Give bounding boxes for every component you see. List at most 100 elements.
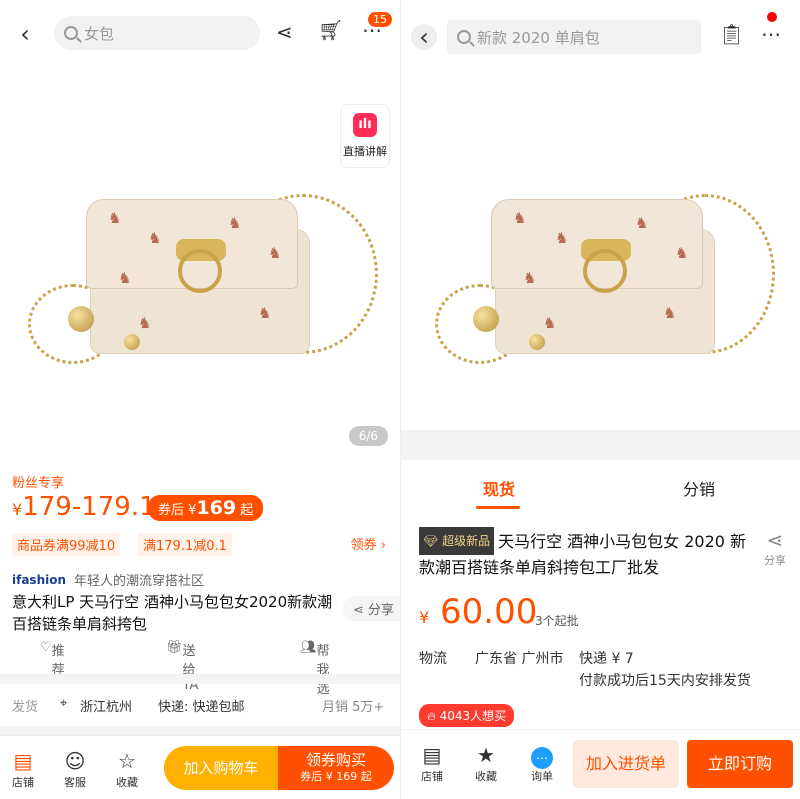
screenshot-root: ‹ 女包 ⋖ 🛒︎ ⋯ 15 ♞ ♞ ♞ ♞ ♞ ♞ ♞ ılı 直播讲解 6/… xyxy=(0,0,800,799)
top-bar: ‹ 女包 ⋖ 🛒︎ ⋯ 15 xyxy=(0,0,400,64)
want-to-buy-badge: 🔥︎ 4043人想买 xyxy=(419,704,515,727)
coupon-tag[interactable]: 商品券满99减10 xyxy=(12,533,121,556)
search-icon xyxy=(457,30,471,44)
buy-label: 领券购买 xyxy=(305,751,366,769)
share-label: 分享 xyxy=(367,603,394,618)
order-now-button[interactable]: 立即订购 xyxy=(687,740,793,788)
back-icon[interactable]: ‹ xyxy=(411,24,437,50)
image-pager: 6/6 xyxy=(348,426,388,446)
divider xyxy=(0,674,400,684)
cart-badge: 15 xyxy=(368,12,392,27)
horse-pattern: ♞ xyxy=(663,304,677,322)
search-input[interactable]: 女包 xyxy=(54,16,260,50)
gold-ball xyxy=(68,306,94,332)
recommend-button[interactable]: ♡ 推荐 xyxy=(40,640,65,678)
express-fee: 快递 ¥ 7 xyxy=(579,651,634,667)
coupon-tag[interactable]: 满179.1减0.1 xyxy=(138,533,232,556)
favorite-label: 收藏 xyxy=(116,776,138,789)
wholesale-price: ¥ 60.00 xyxy=(419,592,537,632)
horse-pattern: ♞ xyxy=(108,209,122,227)
bag-illustration: ♞ ♞ ♞ ♞ ♞ ♞ ♞ xyxy=(425,184,775,434)
price-range: 179-179.1 xyxy=(22,492,156,522)
horse-pattern: ♞ xyxy=(523,269,537,287)
hot-label: 4043人想买 xyxy=(439,709,507,723)
logistics-label: 物流 xyxy=(419,651,447,667)
horse-pattern: ♞ xyxy=(148,229,162,247)
location-icon: ⌖ xyxy=(60,696,68,711)
favorite-label: 收藏 xyxy=(475,770,497,783)
more-icon[interactable]: ⋯ xyxy=(761,22,781,46)
ring-clasp xyxy=(178,249,222,293)
1688-product-page: ‹ 新款 2020 单肩包 📋︎ ⋯ ♞ ♞ ♞ ♞ ♞ ♞ ♞ 现货 分销 💎… xyxy=(400,0,800,799)
bottom-action-bar: ▤ 店铺 ★ 收藏 ⋯ 询单 加入进货单 立即订购 xyxy=(401,729,800,799)
back-icon[interactable]: ‹ xyxy=(14,20,36,48)
top-bar: ‹ 新款 2020 单肩包 📋︎ ⋯ xyxy=(401,0,800,64)
share-button[interactable]: ⋖ 分享 xyxy=(764,528,786,568)
horse-pattern: ♞ xyxy=(118,269,132,287)
search-placeholder: 女包 xyxy=(84,24,115,43)
tab-distribution[interactable]: 分销 xyxy=(683,476,715,500)
tab-in-stock[interactable]: 现货 xyxy=(483,476,515,500)
store-button[interactable]: ▤ 店铺 xyxy=(421,742,443,784)
ring-clasp xyxy=(583,249,627,293)
help-choose-button[interactable]: 👥︎ 帮我选 xyxy=(300,640,330,697)
store-button[interactable]: ▤ 店铺 xyxy=(12,748,34,790)
share-button[interactable]: ⋖ 分享 xyxy=(342,596,400,621)
coupon-price-prefix: 券后 ¥ xyxy=(158,503,197,518)
gift-button[interactable]: 🎁︎ 送给TA xyxy=(166,640,198,693)
ship-express: 快递: 快递包邮 xyxy=(158,700,245,715)
store-icon: ▤ xyxy=(13,749,33,773)
store-icon: ▤ xyxy=(422,743,442,767)
new-tag-label: 超级新品 xyxy=(442,534,491,548)
ship-label: 发货 xyxy=(12,700,39,715)
search-input[interactable]: 新款 2020 单肩包 xyxy=(447,20,701,54)
add-to-cart-button[interactable]: 加入购物车 xyxy=(164,746,278,790)
ship-location: 浙江杭州 xyxy=(80,700,133,715)
tab-underline xyxy=(476,506,520,509)
inquiry-button[interactable]: ⋯ 询单 xyxy=(531,742,553,784)
coupon-price-value: 169 xyxy=(196,497,237,519)
buy-with-coupon-button[interactable]: 领券购买 券后 ¥ 169 起 xyxy=(278,746,394,790)
gold-ball-small xyxy=(124,334,140,350)
horse-pattern: ♞ xyxy=(513,209,527,227)
live-icon: ılı xyxy=(353,113,377,137)
currency: ¥ xyxy=(419,608,430,627)
action-row: ♡ 推荐 🎁︎ 送给TA 👥︎ 帮我选 xyxy=(0,640,400,697)
help-label: 帮我选 xyxy=(316,644,330,697)
service-label: 客服 xyxy=(64,776,86,789)
product-title: 意大利LP 天马行空 酒神小马包包女2020新款潮百搭链条单肩斜挎包 xyxy=(12,593,333,633)
brand-row[interactable]: ifashion 年轻人的潮流穿搭社区 xyxy=(12,570,204,590)
ship-note: 付款成功后15天内安排发货 xyxy=(579,673,751,689)
share-icon[interactable]: ⋖ xyxy=(276,20,293,44)
share-icon: ⋖ xyxy=(352,603,364,618)
horse-pattern: ♞ xyxy=(675,244,689,262)
gold-ball-small xyxy=(529,334,545,350)
inquiry-label: 询单 xyxy=(531,770,553,783)
clipboard-icon[interactable]: 📋︎ xyxy=(719,22,744,46)
price-value: 60.00 xyxy=(440,592,538,632)
live-explain-button[interactable]: ılı 直播讲解 xyxy=(340,104,390,168)
cart-icon[interactable]: 🛒︎ xyxy=(318,18,343,42)
star-icon: ☆ xyxy=(118,749,136,773)
min-order: 3个起批 xyxy=(535,614,579,628)
coupon-price-badge: 券后 ¥169 起 xyxy=(148,495,264,521)
share-icon: ⋖ xyxy=(766,528,784,552)
product-title-block: 💎︎ 超级新品 天马行空 酒神小马包包女 2020 新款潮百搭链条单肩斜挎包工厂批… xyxy=(419,527,759,581)
favorite-button[interactable]: ☆ 收藏 xyxy=(116,748,138,790)
taobao-product-page: ‹ 女包 ⋖ 🛒︎ ⋯ 15 ♞ ♞ ♞ ♞ ♞ ♞ ♞ ılı 直播讲解 6/… xyxy=(0,0,400,799)
service-icon: ☺ xyxy=(64,749,86,773)
stock-tabs: 现货 分销 xyxy=(401,468,800,509)
search-placeholder: 新款 2020 单肩包 xyxy=(477,28,600,47)
section-separator xyxy=(401,430,800,460)
ship-from: 广东省 广州市 xyxy=(475,651,564,667)
search-icon xyxy=(64,26,78,40)
horse-pattern: ♞ xyxy=(228,214,242,232)
favorite-button[interactable]: ★ 收藏 xyxy=(475,742,497,784)
service-button[interactable]: ☺ 客服 xyxy=(64,748,86,790)
ifashion-logo: ifashion xyxy=(12,572,67,587)
horse-pattern: ♞ xyxy=(258,304,272,322)
product-image[interactable]: ♞ ♞ ♞ ♞ ♞ ♞ ♞ xyxy=(401,64,800,430)
bottom-action-bar: ▤ 店铺 ☺ 客服 ☆ 收藏 加入购物车 领券购买 券后 ¥ 169 起 xyxy=(0,735,400,799)
get-coupon-link[interactable]: 领券 › xyxy=(351,534,386,553)
add-to-purchase-list-button[interactable]: 加入进货单 xyxy=(573,740,679,788)
